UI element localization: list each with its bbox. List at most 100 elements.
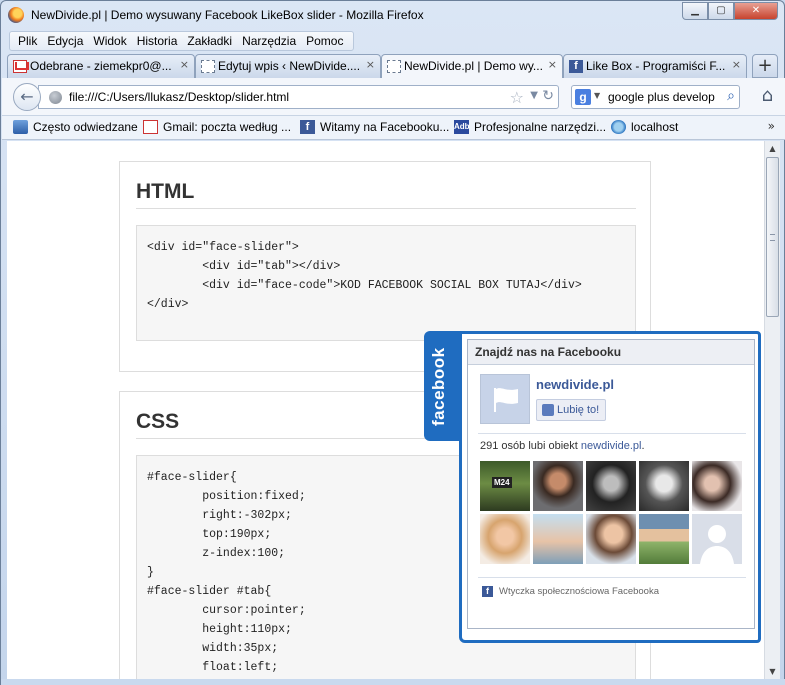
like-button[interactable]: Lubię to! bbox=[536, 399, 606, 421]
tab-like-box[interactable]: f Like Box - Programiści F... × bbox=[563, 54, 747, 78]
menu-file[interactable]: Plik bbox=[14, 32, 43, 50]
localhost-icon bbox=[611, 120, 626, 134]
chevron-down-icon[interactable]: ▼ bbox=[594, 91, 600, 100]
facebook-slider: facebook Znajdź nas na Facebooku newdivi… bbox=[424, 331, 762, 643]
tab-close-icon[interactable]: × bbox=[180, 58, 189, 71]
menu-tools[interactable]: Narzędzia bbox=[238, 32, 302, 50]
firefox-logo-icon bbox=[8, 7, 24, 23]
likes-page-link[interactable]: newdivide.pl bbox=[581, 440, 642, 452]
tab-edit-post[interactable]: Edytuj wpis ‹ NewDivide.... × bbox=[195, 54, 381, 78]
back-button[interactable]: ← bbox=[13, 83, 41, 111]
bookmark-label: Często odwiedzane bbox=[33, 120, 138, 134]
window-title: NewDivide.pl | Demo wysuwany Facebook Li… bbox=[31, 8, 424, 22]
title-bar: NewDivide.pl | Demo wysuwany Facebook Li… bbox=[1, 1, 784, 29]
scrollbar-thumb[interactable] bbox=[766, 157, 779, 317]
fan-avatar[interactable] bbox=[692, 461, 742, 511]
search-input[interactable]: google plus develop bbox=[608, 90, 715, 104]
tab-close-icon[interactable]: × bbox=[366, 58, 375, 71]
like-box-title: Znajdź nas na Facebooku bbox=[475, 345, 622, 359]
bookmark-localhost[interactable]: localhost bbox=[611, 120, 678, 134]
minimize-button[interactable]: ▁ bbox=[682, 2, 708, 20]
facebook-like-box: Znajdź nas na Facebooku newdivide.pl Lub… bbox=[459, 331, 761, 643]
page-avatar[interactable] bbox=[480, 374, 530, 424]
social-plugin-footer[interactable]: Wtyczka społecznościowa Facebooka bbox=[499, 586, 659, 597]
window-controls: ▁ ▢ ✕ bbox=[682, 2, 778, 20]
tab-label: Like Box - Programiści F... bbox=[586, 59, 726, 73]
page-name-link[interactable]: newdivide.pl bbox=[536, 377, 614, 392]
thumbs-up-icon bbox=[542, 404, 554, 416]
page-viewport: HTML <div id="face-slider"> <div id="tab… bbox=[7, 141, 764, 679]
divider bbox=[136, 208, 636, 209]
bookmark-label: Gmail: poczta według ... bbox=[163, 120, 292, 134]
bookmark-gmail[interactable]: Gmail: poczta według ... bbox=[143, 120, 291, 134]
fan-avatar[interactable] bbox=[639, 461, 689, 511]
globe-icon bbox=[49, 91, 62, 104]
bookmark-adobe[interactable]: Adb Profesjonalne narzędzi... bbox=[454, 120, 606, 134]
menu-history[interactable]: Historia bbox=[133, 32, 184, 50]
close-button[interactable]: ✕ bbox=[734, 2, 778, 20]
tab-gmail[interactable]: Odebrane - ziemekpr0@... × bbox=[7, 54, 195, 78]
scroll-down-arrow-icon[interactable]: ▼ bbox=[765, 664, 780, 679]
menu-edit[interactable]: Edycja bbox=[43, 32, 89, 50]
browser-window: NewDivide.pl | Demo wysuwany Facebook Li… bbox=[0, 0, 785, 685]
facebook-icon: f bbox=[569, 60, 583, 73]
fan-avatar[interactable] bbox=[586, 514, 636, 564]
reload-icon[interactable]: ↻ bbox=[542, 88, 554, 104]
maximize-button[interactable]: ▢ bbox=[708, 2, 734, 20]
bookmark-most-visited[interactable]: Często odwiedzane bbox=[13, 120, 138, 134]
fan-avatar-placeholder[interactable] bbox=[692, 514, 742, 564]
new-tab-button[interactable]: + bbox=[752, 54, 778, 78]
tab-strip: Odebrane - ziemekpr0@... × Edytuj wpis ‹… bbox=[7, 54, 778, 79]
bookmark-label: Profesjonalne narzędzi... bbox=[474, 120, 607, 134]
home-icon[interactable]: ⌂ bbox=[762, 85, 773, 106]
page-icon bbox=[201, 60, 215, 73]
menu-bar: Plik Edycja Widok Historia Zakładki Narz… bbox=[9, 31, 355, 51]
search-bar[interactable]: g ▼ google plus develop ⌕ bbox=[571, 85, 740, 109]
tab-label: NewDivide.pl | Demo wy... bbox=[404, 59, 543, 73]
css-heading: CSS bbox=[136, 410, 180, 433]
search-icon[interactable]: ⌕ bbox=[727, 88, 735, 104]
fan-avatar[interactable]: M24 bbox=[480, 461, 530, 511]
url-bar[interactable]: file:///C:/Users/llukasz/Desktop/slider.… bbox=[38, 85, 559, 109]
history-dropdown-icon[interactable]: ▼ bbox=[530, 90, 538, 101]
gmail-icon bbox=[13, 60, 27, 73]
bookmark-star-icon[interactable]: ☆ bbox=[510, 88, 524, 107]
fan-avatar[interactable] bbox=[639, 514, 689, 564]
html-code-block: <div id="face-slider"> <div id="tab"></d… bbox=[136, 225, 636, 341]
facebook-slider-tab[interactable]: facebook bbox=[424, 331, 460, 441]
star-bookmark-icon bbox=[13, 120, 28, 134]
facebook-icon: f bbox=[482, 586, 493, 597]
likes-count-suffix: . bbox=[641, 440, 645, 452]
fan-avatar[interactable] bbox=[533, 514, 583, 564]
facebook-icon: f bbox=[300, 120, 315, 134]
google-search-engine-icon[interactable]: g bbox=[575, 89, 591, 105]
tab-newdivide-demo[interactable]: NewDivide.pl | Demo wy... × bbox=[381, 54, 563, 79]
tab-close-icon[interactable]: × bbox=[548, 58, 557, 71]
fan-avatar[interactable] bbox=[533, 461, 583, 511]
facebook-tab-label: facebook bbox=[429, 347, 448, 426]
tab-label: Odebrane - ziemekpr0@... bbox=[30, 59, 172, 73]
adobe-icon: Adb bbox=[454, 120, 470, 134]
menu-help[interactable]: Pomoc bbox=[302, 32, 349, 50]
bookmark-facebook[interactable]: f Witamy na Facebooku... bbox=[300, 120, 449, 134]
vertical-scrollbar[interactable]: ▲ ▼ bbox=[764, 141, 780, 679]
like-button-label: Lubię to! bbox=[557, 404, 600, 416]
tab-close-icon[interactable]: × bbox=[732, 58, 741, 71]
navigation-bar: file:///C:/Users/llukasz/Desktop/slider.… bbox=[2, 78, 785, 116]
flag-icon bbox=[494, 388, 518, 412]
menu-view[interactable]: Widok bbox=[89, 32, 132, 50]
bookmark-label: Witamy na Facebooku... bbox=[320, 120, 450, 134]
fan-avatar[interactable] bbox=[480, 514, 530, 564]
tab-label: Edytuj wpis ‹ NewDivide.... bbox=[218, 59, 361, 73]
url-text: file:///C:/Users/llukasz/Desktop/slider.… bbox=[69, 90, 290, 104]
scrollbar-grip bbox=[770, 234, 775, 241]
gmail-icon bbox=[143, 120, 158, 134]
divider bbox=[478, 433, 746, 434]
scroll-up-arrow-icon[interactable]: ▲ bbox=[765, 141, 780, 156]
menu-bookmarks[interactable]: Zakładki bbox=[183, 32, 238, 50]
page-icon bbox=[387, 60, 401, 73]
fan-avatar[interactable] bbox=[586, 461, 636, 511]
bookmarks-more-icon[interactable]: » bbox=[768, 119, 775, 133]
likes-count: 291 osób lubi obiekt newdivide.pl. bbox=[480, 440, 645, 452]
html-heading: HTML bbox=[136, 180, 195, 203]
